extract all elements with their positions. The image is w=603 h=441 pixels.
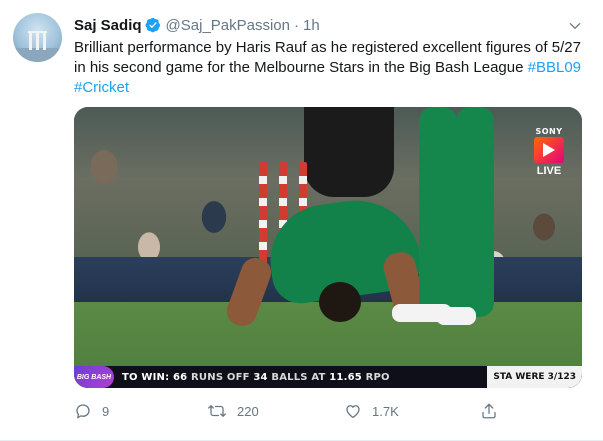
avatar-post [43,32,46,50]
teammate-leg [419,107,457,317]
umpire-figure [304,107,394,197]
tweet[interactable]: Saj Sadiq @Saj_PakPassion · 1h Brilliant… [0,0,603,441]
broadcaster-badge: SONY LIVE [530,127,568,189]
broadcaster-name: SONY [535,127,563,136]
player-head [319,282,361,322]
avatar-bail [28,31,47,33]
display-name[interactable]: Saj Sadiq [74,17,142,34]
avatar-post [36,32,39,50]
runs-label: RUNS OFF [191,371,250,383]
target-text: TO WIN: 66 RUNS OFF 34 BALLS AT 11.65 RP… [122,372,390,383]
teammate-shoe [436,307,476,325]
avatar-post [29,32,32,50]
like-icon [344,402,362,420]
bbl-logo: BIG BASH [74,366,114,388]
separator-dot: · [294,16,299,34]
required-rate: 11.65 [329,371,362,383]
share-icon [480,402,498,420]
innings-summary: STA WERE 3/123 [487,366,582,388]
like-button[interactable]: 1.7K [344,402,399,420]
tweet-header: Saj Sadiq @Saj_PakPassion · 1h [74,14,320,36]
reply-count: 9 [102,403,110,419]
chevron-down-icon[interactable] [565,16,585,36]
retweet-button[interactable]: 220 [207,402,259,420]
balls-label: BALLS AT [271,371,326,383]
rpo-label: RPO [365,371,390,383]
teammate-leg [456,107,494,317]
user-handle[interactable]: @Saj_PakPassion [166,17,290,34]
retweet-count: 220 [237,403,259,419]
share-button[interactable] [480,402,498,420]
reply-button[interactable]: 9 [74,402,109,420]
sonyliv-logo-icon [534,137,564,163]
live-label: LIVE [536,165,562,177]
avatar-ground [13,48,62,62]
tweet-actions: 9 220 1.7K [74,400,514,422]
verified-badge-icon [145,17,161,33]
to-win-prefix: TO WIN: [122,371,170,383]
tweet-body: Brilliant performance by Haris Rauf as h… [74,39,581,76]
tweet-text: Brilliant performance by Haris Rauf as h… [74,38,594,98]
retweet-icon [207,402,227,420]
hashtag-bbl09[interactable]: #BBL09 [528,59,581,76]
balls-remaining: 34 [253,371,268,383]
timestamp[interactable]: 1h [303,17,320,34]
runs-needed: 66 [173,371,188,383]
score-bar: BIG BASH TO WIN: 66 RUNS OFF 34 BALLS AT… [74,366,582,388]
video-media[interactable]: SONY LIVE BIG BASH TO WIN: 66 RUNS OFF 3… [74,107,582,388]
hashtag-cricket[interactable]: #Cricket [74,79,129,96]
reply-icon [74,402,92,420]
like-count: 1.7K [372,403,399,419]
avatar[interactable] [13,13,62,62]
